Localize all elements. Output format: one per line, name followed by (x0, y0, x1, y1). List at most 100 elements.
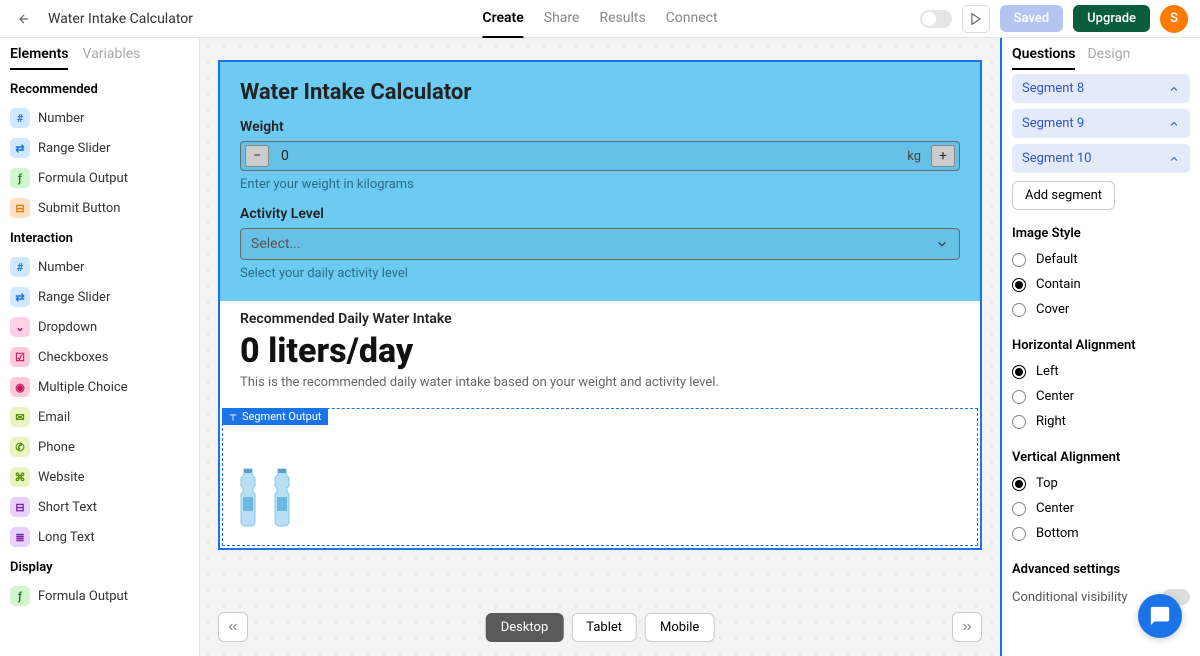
weight-unit: kg (901, 149, 927, 164)
element-label: Checkboxes (38, 350, 108, 365)
back-button[interactable] (12, 7, 36, 31)
radio-label: Center (1036, 389, 1074, 404)
segment-item[interactable]: Segment 8 (1012, 74, 1190, 103)
element-label: Number (38, 111, 84, 126)
weight-help: Enter your weight in kilograms (240, 177, 960, 192)
element-item-number[interactable]: # Number (0, 103, 199, 133)
text-icon (228, 412, 238, 422)
device-tablet[interactable]: Tablet (571, 613, 637, 642)
weight-value[interactable]: 0 (273, 148, 901, 164)
element-label: Phone (38, 440, 75, 455)
radio-icon (1012, 390, 1026, 404)
checkbox-icon: ☑ (10, 347, 30, 367)
main-tab-share[interactable]: Share (544, 0, 580, 38)
element-item-multiple-choice[interactable]: ◉Multiple Choice (0, 372, 199, 402)
h-align-option-right[interactable]: Right (1002, 409, 1200, 434)
radio-label: Bottom (1036, 526, 1079, 541)
v-align-option-center[interactable]: Center (1002, 496, 1200, 521)
radio-icon (1012, 278, 1026, 292)
element-item-email[interactable]: ✉Email (0, 402, 199, 432)
element-item-submit-button[interactable]: ⊟Submit Button (0, 193, 199, 223)
radio-label: Left (1036, 364, 1059, 379)
device-desktop[interactable]: Desktop (486, 613, 564, 642)
add-segment-button[interactable]: Add segment (1012, 181, 1115, 210)
image-style-heading: Image Style (1002, 210, 1200, 247)
section-heading: Recommended (0, 74, 199, 103)
element-item-range-slider[interactable]: ⇄Range Slider (0, 133, 199, 163)
element-item-dropdown[interactable]: ⌄Dropdown (0, 312, 199, 342)
preview-button[interactable] (962, 5, 990, 33)
result-block: Recommended Daily Water Intake 0 liters/… (220, 301, 980, 408)
h-align-option-center[interactable]: Center (1002, 384, 1200, 409)
element-label: Range Slider (38, 290, 110, 305)
radio-label: Center (1036, 501, 1074, 516)
element-item-number[interactable]: #Number (0, 252, 199, 282)
form-canvas[interactable]: Water Intake Calculator Weight − 0 kg + … (218, 60, 982, 550)
weight-input[interactable]: − 0 kg + (240, 141, 960, 171)
number-icon: # (10, 257, 30, 277)
upgrade-button[interactable]: Upgrade (1073, 5, 1150, 32)
v-align-option-bottom[interactable]: Bottom (1002, 521, 1200, 546)
activity-label: Activity Level (240, 206, 960, 222)
device-mobile[interactable]: Mobile (645, 613, 714, 642)
radio-label: Contain (1036, 277, 1081, 292)
image-style-option-default[interactable]: Default (1002, 247, 1200, 272)
right-tab-questions[interactable]: Questions (1012, 46, 1075, 70)
radio-icon (1012, 365, 1026, 379)
chat-fab[interactable] (1138, 594, 1182, 638)
canvas-next-button[interactable] (952, 612, 982, 642)
v-align-option-top[interactable]: Top (1002, 471, 1200, 496)
left-tab-variables[interactable]: Variables (82, 46, 140, 70)
segment-list: Segment 8 Segment 9 Segment 10 (1002, 70, 1200, 173)
segment-output-tag: Segment Output (222, 408, 328, 425)
phone-icon: ✆ (10, 437, 30, 457)
chevron-up-icon (1168, 83, 1180, 95)
h-align-heading: Horizontal Alignment (1002, 322, 1200, 359)
section-heading: Interaction (0, 223, 199, 252)
image-style-option-cover[interactable]: Cover (1002, 297, 1200, 322)
saved-button[interactable]: Saved (1000, 5, 1063, 32)
section-heading: Display (0, 552, 199, 581)
formula-icon: ƒ (10, 168, 30, 188)
image-style-option-contain[interactable]: Contain (1002, 272, 1200, 297)
advanced-heading: Advanced settings (1002, 546, 1200, 583)
main-tab-create[interactable]: Create (482, 0, 523, 38)
left-tab-elements[interactable]: Elements (10, 46, 68, 70)
element-label: Formula Output (38, 171, 128, 186)
weight-label: Weight (240, 119, 960, 135)
number-icon: # (10, 108, 30, 128)
increment-button[interactable]: + (931, 145, 955, 167)
element-item-range-slider[interactable]: ⇄ Range Slider (0, 282, 199, 312)
segment-item[interactable]: Segment 10 (1012, 144, 1190, 173)
element-item-formula-output[interactable]: ƒFormula Output (0, 581, 199, 611)
slider-icon: ⇄ (10, 287, 30, 307)
left-panel: Elements Variables Recommended # Number ⇄ Ran… (0, 38, 200, 656)
formula-icon: ƒ (10, 586, 30, 606)
project-title[interactable]: Water Intake Calculator (48, 11, 193, 27)
element-item-phone[interactable]: ✆ Phone (0, 432, 199, 462)
canvas-prev-button[interactable] (218, 612, 248, 642)
radio-icon: ◉ (10, 377, 30, 397)
activity-select[interactable]: Select... (240, 228, 960, 260)
decrement-button[interactable]: − (245, 145, 269, 167)
main-tabs: Create Share Results Connect (482, 0, 717, 38)
element-item-website[interactable]: ⌘Website (0, 462, 199, 492)
element-item-checkboxes[interactable]: ☑ Checkboxes (0, 342, 199, 372)
main-tab-results[interactable]: Results (599, 0, 645, 38)
submit-icon: ⊟ (10, 198, 30, 218)
element-item-formula-output[interactable]: ƒ Formula Output (0, 163, 199, 193)
element-item-short-text[interactable]: ⊟ Short Text (0, 492, 199, 522)
element-label: Long Text (38, 530, 95, 545)
avatar[interactable]: S (1160, 5, 1188, 33)
element-item-long-text[interactable]: ≣Long Text (0, 522, 199, 552)
shorttext-icon: ⊟ (10, 497, 30, 517)
publish-toggle[interactable] (920, 10, 952, 28)
segment-item[interactable]: Segment 9 (1012, 109, 1190, 138)
segment-output-block[interactable]: Segment Output (222, 408, 978, 546)
h-align-option-left[interactable]: Left (1002, 359, 1200, 384)
activity-placeholder: Select... (251, 236, 301, 252)
element-label: Email (38, 410, 70, 425)
right-tab-design[interactable]: Design (1087, 46, 1130, 70)
element-label: Short Text (38, 500, 97, 515)
main-tab-connect[interactable]: Connect (666, 0, 718, 38)
